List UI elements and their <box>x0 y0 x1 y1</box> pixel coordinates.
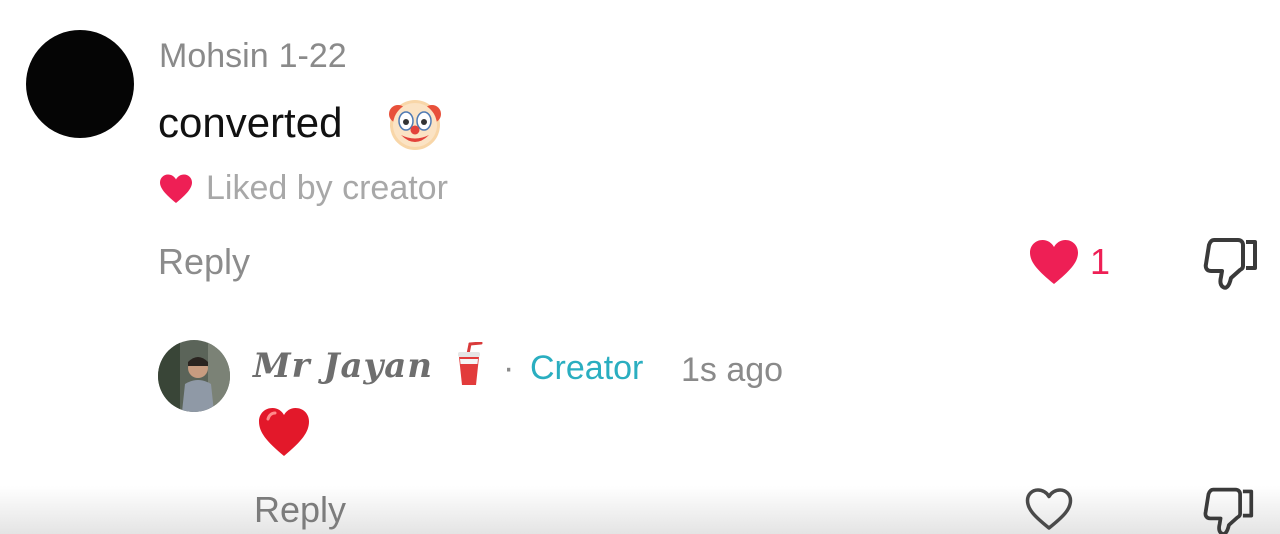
comment-text: converted <box>158 99 343 146</box>
separator-dot: · <box>503 349 515 387</box>
like-outline-icon[interactable] <box>1024 486 1074 532</box>
reply-avatar[interactable] <box>158 340 230 412</box>
dislike-icon[interactable] <box>1200 484 1256 534</box>
avatar[interactable] <box>26 30 134 138</box>
liked-by-creator-label: Liked by creator <box>206 169 448 207</box>
comment-date: 1-22 <box>278 37 347 75</box>
clown-face-icon <box>389 100 441 150</box>
heart-icon <box>160 174 192 203</box>
comment-username[interactable]: Mohsin <box>159 37 269 75</box>
comment-header: Mohsin 1-22 <box>159 36 347 76</box>
reply-username[interactable]: Mr Jayan <box>253 344 433 388</box>
like-filled-icon[interactable] <box>1028 238 1080 286</box>
reply-button[interactable]: Reply <box>158 241 250 283</box>
reply-timestamp: 1s ago <box>681 351 784 389</box>
creator-badge: Creator <box>530 349 644 387</box>
reply-button[interactable]: Reply <box>254 489 346 531</box>
comment-thread: Mohsin 1-22 converted Liked by creator Re… <box>0 0 1280 534</box>
red-heart-icon <box>259 408 309 456</box>
dislike-icon[interactable] <box>1200 234 1260 292</box>
like-count: 1 <box>1090 241 1111 282</box>
bottom-fade <box>0 486 1280 534</box>
profile-photo <box>158 340 230 412</box>
cup-with-straw-icon <box>458 342 483 385</box>
